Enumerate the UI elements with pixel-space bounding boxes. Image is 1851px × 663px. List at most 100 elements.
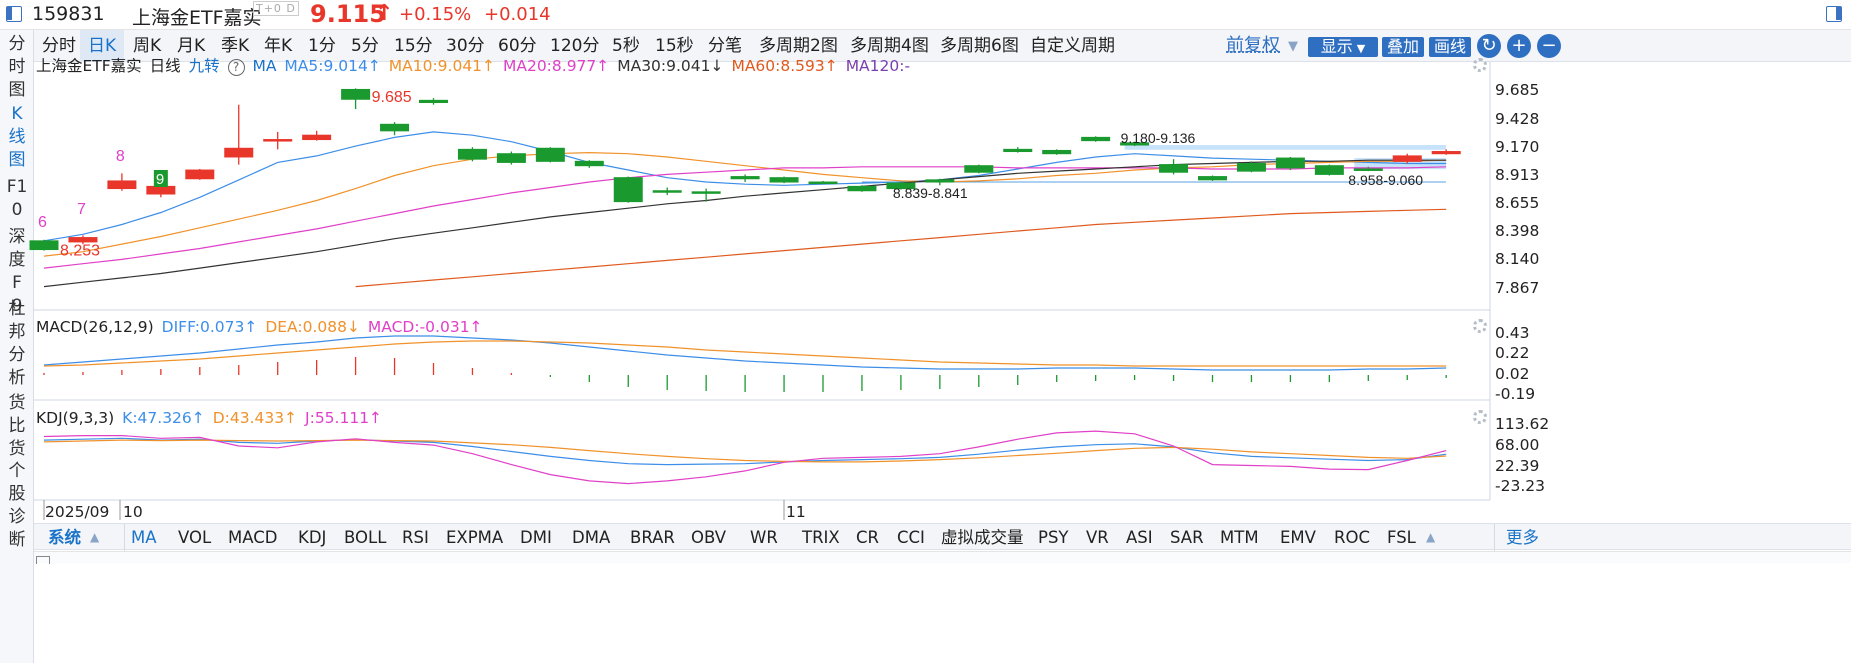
macd-legend-name: MACD(26,12,9) [36, 318, 154, 336]
candle-body [107, 180, 137, 190]
indicator-fsl[interactable]: FSL [1387, 524, 1416, 551]
indicator-emv[interactable]: EMV [1280, 524, 1316, 551]
indicator-wr[interactable]: WR [750, 524, 778, 551]
indicator-kdj[interactable]: KDJ [298, 524, 326, 551]
legend-jiuzhuan[interactable]: 九转 [189, 57, 220, 75]
title-bar: 159831 上海金ETF嘉实 T+0 D 9.115 ↑ +0.15% +0.… [0, 0, 1851, 30]
candle-body [964, 165, 994, 173]
y-tick-main: 8.655 [1495, 194, 1540, 212]
change-value: +0.014 [484, 4, 551, 25]
side-panel-icon[interactable] [1826, 6, 1842, 22]
nav-f10[interactable]: F10 [0, 176, 34, 222]
overlay-button[interactable]: 叠加 [1382, 37, 1424, 57]
candle-body [29, 240, 59, 251]
nav-depth-f9[interactable]: 深度F9 [0, 226, 34, 316]
candle-body [146, 185, 176, 195]
refresh-icon[interactable]: ↻ [1477, 34, 1501, 58]
y-tick-main: 9.685 [1495, 81, 1540, 99]
candle-body [302, 134, 332, 141]
low-price-label: 8.253 [60, 243, 100, 260]
ma-line-ma5 [43, 131, 1447, 242]
indicator-mtm[interactable]: MTM [1220, 524, 1259, 551]
candle-body [925, 179, 955, 183]
indicator-psy[interactable]: PSY [1038, 524, 1069, 551]
nav-compare[interactable]: 货比货 [0, 392, 34, 462]
main-settings-gear-icon[interactable] [1473, 58, 1487, 72]
macd-settings-gear-icon[interactable] [1473, 319, 1487, 333]
candle-body [574, 160, 604, 167]
indicator-brar[interactable]: BRAR [630, 524, 675, 551]
t0-badge: T+0 D [253, 1, 299, 16]
indicator-ma[interactable]: MA [131, 524, 157, 551]
indicator-cci[interactable]: CCI [897, 524, 925, 551]
kdj-legend-name: KDJ(9,3,3) [36, 409, 115, 427]
y-tick-main: 8.398 [1495, 222, 1540, 240]
indicator-vr[interactable]: VR [1086, 524, 1109, 551]
candle-body [496, 153, 526, 163]
kdj-j-line [43, 430, 1447, 485]
nav-dupont[interactable]: 杜邦分析 [0, 298, 34, 390]
indicator-dma[interactable]: DMA [572, 524, 610, 551]
zoom-in-icon[interactable]: + [1507, 34, 1531, 58]
macd-diff-line [43, 335, 1447, 371]
ma-line-ma60 [355, 208, 1447, 288]
system-indicators-button[interactable]: 系统 [48, 524, 81, 551]
legend-ma10: MA10:9.041↑ [388, 57, 496, 75]
nav-fenshi-chart[interactable]: 分时图 [0, 33, 34, 103]
macd-legend-macd: MACD:-0.031↑ [367, 318, 483, 336]
indicator-vol[interactable]: VOL [178, 524, 211, 551]
indicator-trix[interactable]: TRIX [802, 524, 840, 551]
y-tick-macd: 0.43 [1495, 324, 1530, 342]
tab-custom-period[interactable]: 自定义周期 [1022, 30, 1123, 62]
nine-turn-9: 9 [156, 171, 164, 188]
indicator-roc[interactable]: ROC [1334, 524, 1370, 551]
candle-body [1198, 176, 1227, 181]
indicator-rsi[interactable]: RSI [402, 524, 429, 551]
macd-dea-line [43, 340, 1447, 367]
indicator-cr[interactable]: CR [856, 524, 879, 551]
indicator-macd[interactable]: MACD [228, 524, 277, 551]
fuquan-select[interactable]: 前复权 [1226, 32, 1280, 60]
more-indicators-button[interactable]: 更多 [1506, 524, 1539, 551]
candle-body [224, 147, 254, 158]
candle-body [68, 237, 98, 243]
candle-body [730, 176, 760, 180]
x-label-2025-09: 2025/09 [45, 503, 110, 521]
kdj-settings-gear-icon[interactable] [1473, 410, 1487, 424]
legend-ma[interactable]: MA [252, 57, 276, 75]
range-label-8839-8841: 8.839-8.841 [893, 185, 968, 201]
kdj-pane [43, 430, 1447, 485]
zoom-out-icon[interactable]: − [1537, 34, 1561, 58]
y-tick-main: 8.140 [1495, 250, 1540, 268]
y-tick-main: 9.170 [1495, 138, 1540, 156]
fuquan-dropdown-icon[interactable]: ▼ [1288, 35, 1298, 59]
panel-toggle-icon[interactable] [6, 6, 22, 22]
nav-k-chart[interactable]: K线图 [0, 103, 34, 173]
indicator-dmi[interactable]: DMI [520, 524, 552, 551]
help-icon[interactable]: ? [227, 59, 245, 76]
indicator-asi[interactable]: ASI [1126, 524, 1153, 551]
kdj-legend-k: K:47.326↑ [122, 409, 205, 427]
legend-ma60: MA60:8.593↑ [731, 57, 838, 75]
draw-line-button[interactable]: 画线 [1429, 37, 1471, 57]
candle-body [1120, 142, 1150, 146]
indicator-expma[interactable]: EXPMA [446, 524, 503, 551]
price-range-lines [861, 145, 1446, 183]
tab-multi6[interactable]: 多周期6图 [932, 30, 1027, 62]
display-button[interactable]: 显示 ▼ [1308, 37, 1378, 57]
y-tick-macd: 0.02 [1495, 365, 1530, 383]
indicator-boll[interactable]: BOLL [344, 524, 386, 551]
candle-body [886, 182, 916, 190]
display-dropdown-icon: ▼ [1356, 42, 1366, 55]
system-up-icon[interactable]: ▲ [90, 524, 99, 551]
left-nav: 分时图 K线图 F10 深度F9 杜邦分析 货比货 个股诊断 [0, 30, 34, 663]
candles [29, 88, 1461, 251]
indicator-more-up-icon[interactable]: ▲ [1426, 524, 1435, 551]
indicator-obv[interactable]: OBV [691, 524, 726, 551]
nav-diagnosis[interactable]: 个股诊断 [0, 460, 34, 552]
y-tick-kdj: -23.23 [1495, 477, 1545, 495]
nine-turn-6: 6 [38, 214, 47, 231]
indicator-virtual-volume[interactable]: 虚拟成交量 [941, 524, 1024, 551]
indicator-sar[interactable]: SAR [1170, 524, 1204, 551]
x-label-11: 11 [786, 503, 806, 521]
